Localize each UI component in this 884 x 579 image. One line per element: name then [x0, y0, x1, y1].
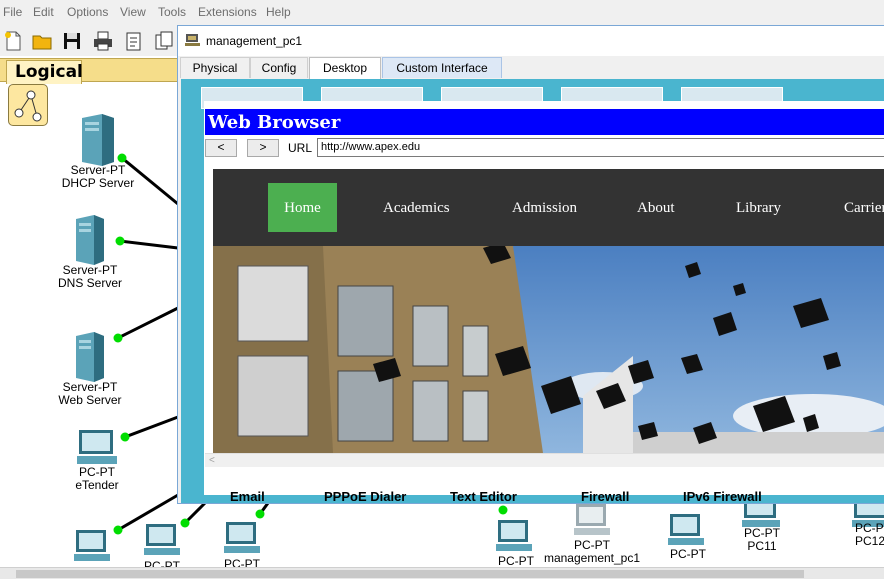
pc-icon[interactable] [222, 520, 262, 554]
device-name: DHCP Server [61, 176, 135, 190]
nav-home[interactable]: Home [268, 183, 337, 232]
management-pc1-icon[interactable] [572, 502, 612, 536]
back-button[interactable]: < [205, 139, 237, 157]
device-label-pc: PC-PT [670, 547, 706, 561]
workspace-horizontal-scrollbar[interactable] [0, 567, 884, 579]
device-name: eTender [75, 478, 119, 492]
print-icon[interactable] [92, 30, 114, 52]
menu-view[interactable]: View [120, 5, 146, 19]
pc-icon[interactable] [666, 512, 706, 546]
menu-extensions[interactable]: Extensions [198, 5, 257, 19]
device-name: Web Server [58, 393, 122, 407]
app-pppoe-dialer[interactable]: PPPoE Dialer [324, 489, 406, 504]
pc-icon[interactable] [72, 528, 112, 562]
pc-icon[interactable] [142, 522, 182, 556]
nav-library[interactable]: Library [736, 200, 781, 217]
activity-wizard-icon[interactable] [123, 30, 145, 52]
web-browser-window: Web Browser < > URL http://www.apex.edu … [204, 101, 884, 495]
nav-academics[interactable]: Academics [383, 200, 450, 217]
device-dialog: management_pc1 Physical Config Desktop C… [177, 25, 884, 504]
device-name: PC11 [747, 539, 777, 553]
site-navigation: Home Academics Admission About Library C… [213, 169, 884, 246]
app-firewall[interactable]: Firewall [581, 489, 629, 504]
device-name: PC12 [855, 534, 884, 548]
menu-help[interactable]: Help [266, 5, 291, 19]
menu-bar: File Edit Options View Tools Extensions … [0, 0, 884, 26]
web-browser-title: Web Browser [205, 109, 884, 135]
save-icon[interactable] [61, 30, 83, 52]
device-label-dhcp-server: Server-PT DHCP Server [50, 164, 146, 190]
nav-about[interactable]: About [637, 200, 675, 217]
tab-custom-interface[interactable]: Custom Interface [382, 57, 502, 78]
dialog-tabs: Physical Config Desktop Custom Interface [178, 57, 884, 79]
tab-physical[interactable]: Physical [180, 57, 250, 78]
webpage-viewport: Home Academics Admission About Library C… [213, 169, 884, 453]
web-server-icon[interactable] [74, 330, 106, 382]
open-folder-icon[interactable] [31, 30, 53, 52]
url-label: URL [288, 141, 313, 155]
desktop-area: Web Browser < > URL http://www.apex.edu … [181, 79, 884, 503]
menu-tools[interactable]: Tools [158, 5, 186, 19]
new-file-icon[interactable] [2, 30, 24, 52]
dns-server-icon[interactable] [74, 213, 106, 265]
dhcp-server-icon[interactable] [80, 112, 116, 166]
pc-window-icon [185, 34, 200, 46]
nav-admission[interactable]: Admission [512, 200, 577, 217]
device-label-pc12: PC-PT PC12 [855, 522, 884, 548]
forward-button[interactable]: > [247, 139, 279, 157]
nav-carrier[interactable]: Carrier [844, 200, 884, 217]
device-label-etender: PC-PT eTender [57, 466, 137, 492]
logical-workspace-tab[interactable]: Logical [6, 60, 83, 84]
device-label-web-server: Server-PT Web Server [44, 381, 136, 407]
dialog-title: management_pc1 [206, 34, 303, 48]
dialog-titlebar[interactable]: management_pc1 [178, 26, 884, 56]
browser-horizontal-scrollbar[interactable]: < [205, 453, 884, 467]
app-text-editor[interactable]: Text Editor [450, 489, 517, 504]
menu-file[interactable]: File [3, 5, 22, 19]
toolbar [0, 26, 180, 56]
desktop-app-labels: Email PPPoE Dialer Text Editor Firewall … [178, 489, 884, 505]
copy-icon[interactable] [153, 30, 175, 52]
pc-icon[interactable] [494, 518, 534, 552]
tab-config[interactable]: Config [250, 57, 308, 78]
tab-desktop[interactable]: Desktop [309, 57, 381, 79]
menu-options[interactable]: Options [67, 5, 108, 19]
app-ipv6-firewall[interactable]: IPv6 Firewall [683, 489, 762, 504]
device-label-management-pc1: PC-PT management_pc1 [537, 539, 647, 565]
device-name: DNS Server [57, 276, 122, 290]
hero-image [213, 246, 884, 453]
etender-pc-icon[interactable] [75, 428, 119, 466]
device-name: management_pc1 [543, 551, 641, 565]
device-label-dns-server: Server-PT DNS Server [44, 264, 136, 290]
app-email[interactable]: Email [230, 489, 265, 504]
scrollbar-thumb[interactable] [16, 570, 804, 578]
device-label-pc11: PC-PT PC11 [736, 527, 788, 553]
url-input[interactable]: http://www.apex.edu [317, 138, 884, 157]
menu-edit[interactable]: Edit [33, 5, 54, 19]
